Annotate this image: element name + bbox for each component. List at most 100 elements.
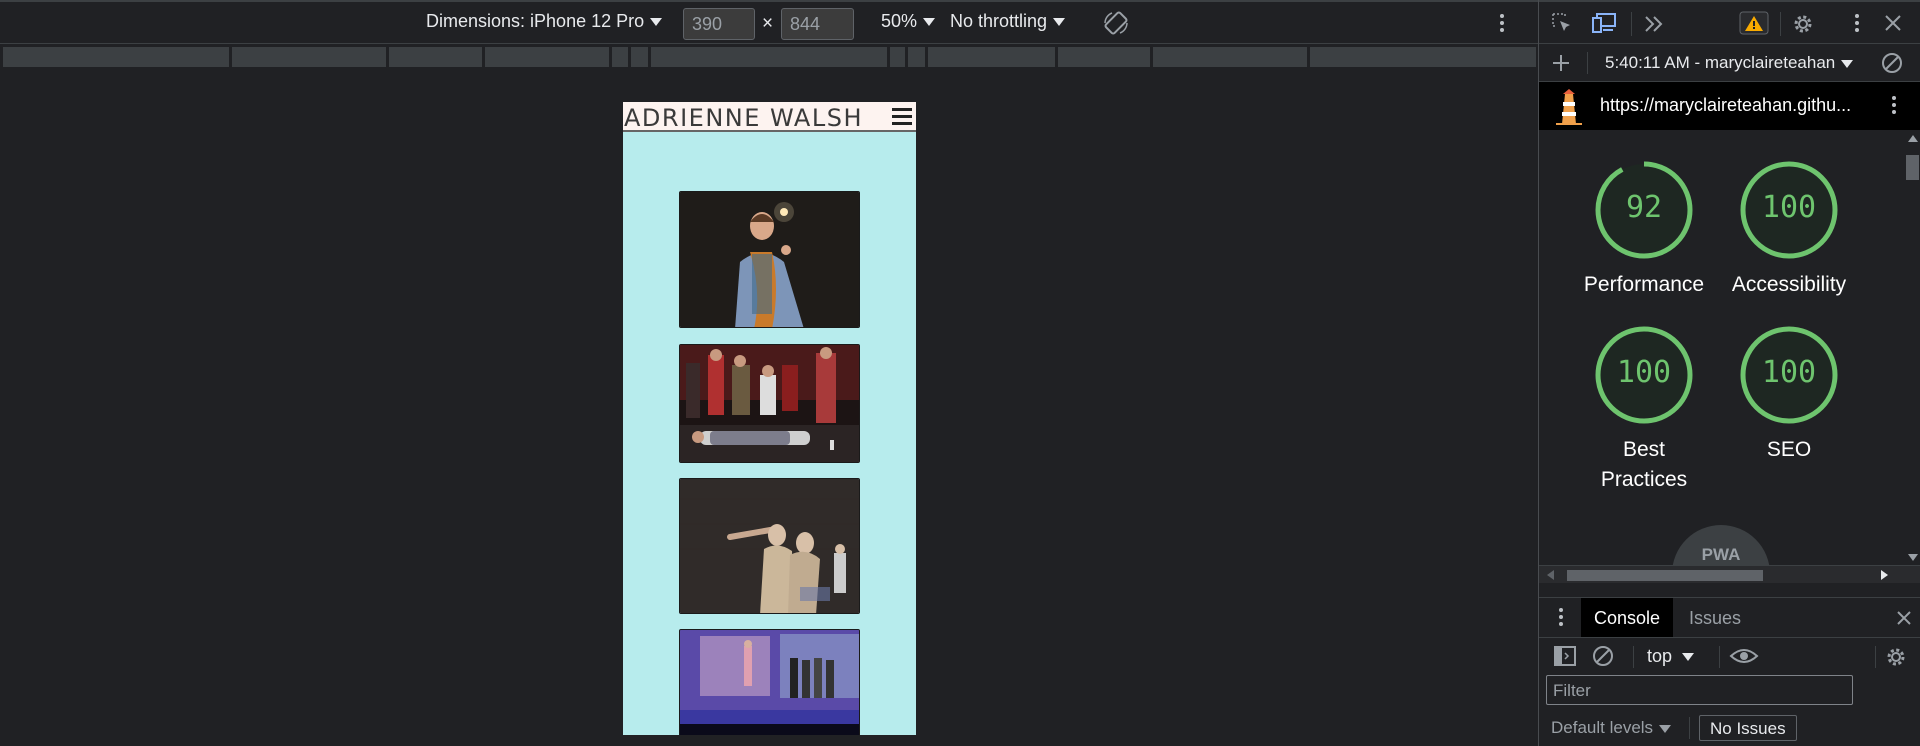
toolbar-divider bbox=[1631, 12, 1632, 36]
ruler-segment[interactable] bbox=[908, 47, 925, 67]
toolbar-divider bbox=[1689, 717, 1690, 739]
log-levels-label: Default levels bbox=[1551, 718, 1654, 737]
toolbar-divider bbox=[1719, 646, 1720, 668]
device-select[interactable]: Dimensions: iPhone 12 Pro bbox=[426, 11, 663, 32]
toolbar-divider bbox=[1780, 12, 1781, 36]
ruler-segment[interactable] bbox=[485, 47, 609, 67]
ruler-segment[interactable] bbox=[389, 47, 482, 67]
gauge-accessibility[interactable]: 100 Accessibility bbox=[1709, 160, 1869, 300]
tab-console[interactable]: Console bbox=[1581, 598, 1673, 637]
throttling-select[interactable]: No throttling bbox=[950, 11, 1066, 32]
site-brand[interactable]: ADRIENNE WALSH bbox=[624, 104, 863, 132]
inspect-element-icon[interactable] bbox=[1551, 12, 1573, 34]
pwa-badge[interactable]: PWA bbox=[1672, 525, 1770, 565]
stage-photo-dance bbox=[680, 479, 859, 613]
zoom-select[interactable]: 50% bbox=[881, 11, 936, 32]
lighthouse-url-bar: https://maryclaireteahan.githu... bbox=[1539, 82, 1920, 130]
gauge-performance[interactable]: 92 Performance bbox=[1564, 160, 1724, 300]
height-input[interactable]: 844 bbox=[781, 8, 854, 40]
console-settings-gear-icon[interactable] bbox=[1884, 645, 1908, 669]
ruler-segment[interactable] bbox=[651, 47, 887, 67]
scroll-right-icon[interactable] bbox=[1881, 570, 1888, 580]
label-line: Practices bbox=[1600, 468, 1688, 491]
label-seo: SEO bbox=[1766, 438, 1812, 461]
report-select[interactable]: 5:40:11 AM - maryclaireteahan bbox=[1605, 53, 1854, 73]
stage-photo-singer bbox=[680, 192, 859, 327]
close-icon[interactable] bbox=[1884, 14, 1902, 32]
toolbar-divider bbox=[1875, 646, 1876, 668]
clear-console-icon[interactable] bbox=[1592, 645, 1614, 667]
device-toggle-icon[interactable] bbox=[1591, 12, 1617, 34]
zoom-label: 50% bbox=[881, 11, 918, 31]
phone-viewport[interactable]: ADRIENNE WALSH bbox=[623, 102, 916, 735]
ruler-segment[interactable] bbox=[1058, 47, 1150, 67]
more-tabs-icon[interactable] bbox=[1643, 14, 1665, 34]
devtools-panel: 5:40:11 AM - maryclaireteahan https://ma… bbox=[1538, 0, 1920, 746]
add-icon[interactable] bbox=[1551, 53, 1571, 73]
hamburger-menu-icon[interactable] bbox=[892, 108, 912, 126]
stage-photo-ensemble bbox=[680, 345, 859, 462]
scroll-down-icon[interactable] bbox=[1908, 554, 1918, 561]
gauge-seo[interactable]: 100 SEO bbox=[1709, 325, 1869, 465]
settings-gear-icon[interactable] bbox=[1791, 12, 1815, 36]
label-performance: Performance bbox=[1583, 273, 1705, 296]
ruler-segment[interactable] bbox=[631, 47, 648, 67]
report-vertical-scrollbar[interactable] bbox=[1904, 130, 1920, 565]
console-drawer: Console Issues top Filter Default levels… bbox=[1539, 597, 1920, 746]
clear-icon[interactable] bbox=[1881, 52, 1903, 74]
gallery-photo[interactable] bbox=[679, 478, 860, 614]
ruler-segment[interactable] bbox=[232, 47, 386, 67]
ruler-segment[interactable] bbox=[612, 47, 628, 67]
gallery-photo[interactable] bbox=[679, 344, 860, 463]
scroll-up-icon[interactable] bbox=[1908, 135, 1918, 142]
close-drawer-icon[interactable] bbox=[1896, 610, 1912, 626]
chevron-down-icon bbox=[1841, 59, 1854, 68]
more-options-icon[interactable] bbox=[1855, 14, 1859, 35]
scroll-left-icon[interactable] bbox=[1547, 570, 1554, 580]
devtools-toolbar bbox=[1539, 0, 1920, 44]
scrollbar-thumb[interactable] bbox=[1906, 155, 1919, 180]
lighthouse-report: 92 Performance 100 Accessibility 100 Bes… bbox=[1539, 130, 1904, 565]
score-performance: 92 bbox=[1625, 190, 1663, 225]
toolbar-divider bbox=[1633, 646, 1634, 668]
log-levels-select[interactable]: Default levels bbox=[1551, 718, 1672, 738]
rotate-icon[interactable] bbox=[1102, 9, 1130, 37]
device-canvas: ADRIENNE WALSH bbox=[0, 70, 1538, 746]
lighthouse-icon bbox=[1556, 89, 1582, 125]
tab-issues[interactable]: Issues bbox=[1673, 598, 1757, 637]
console-filter-input[interactable]: Filter bbox=[1546, 675, 1853, 705]
gauge-best-practices[interactable]: 100 Best Practices bbox=[1564, 325, 1724, 495]
more-options-icon[interactable] bbox=[1500, 14, 1504, 35]
report-time-user: 5:40:11 AM - maryclaireteahan bbox=[1605, 53, 1836, 72]
report-url[interactable]: https://maryclaireteahan.githu... bbox=[1600, 95, 1851, 116]
score-seo: 100 bbox=[1761, 355, 1817, 390]
report-horizontal-scrollbar[interactable] bbox=[1539, 565, 1920, 583]
width-input[interactable]: 390 bbox=[683, 8, 755, 40]
ruler-segment[interactable] bbox=[1310, 47, 1536, 67]
chevron-down-icon bbox=[1682, 653, 1695, 662]
pwa-label: PWA bbox=[1701, 545, 1741, 564]
ruler-segment[interactable] bbox=[1153, 47, 1307, 67]
chevron-down-icon bbox=[1053, 18, 1066, 27]
ruler-segment[interactable] bbox=[928, 47, 1055, 67]
more-options-icon[interactable] bbox=[1892, 96, 1896, 117]
drawer-menu-icon[interactable] bbox=[1559, 608, 1563, 629]
media-query-ruler bbox=[0, 44, 1538, 70]
lighthouse-toolbar: 5:40:11 AM - maryclaireteahan bbox=[1539, 44, 1920, 82]
drawer-divider bbox=[1539, 637, 1920, 638]
ruler-segment[interactable] bbox=[890, 47, 905, 67]
context-select[interactable]: top bbox=[1647, 646, 1695, 667]
label-line: Best bbox=[1622, 438, 1666, 461]
live-expression-eye-icon[interactable] bbox=[1729, 646, 1759, 666]
issues-counter-button[interactable]: No Issues bbox=[1699, 715, 1797, 741]
scrollbar-thumb[interactable] bbox=[1567, 570, 1763, 581]
chevron-down-icon bbox=[923, 18, 936, 27]
gallery-photo[interactable] bbox=[679, 629, 860, 735]
stage-photo-set bbox=[680, 630, 859, 735]
gallery-photo[interactable] bbox=[679, 191, 860, 328]
chevron-down-icon bbox=[650, 18, 663, 27]
throttling-label: No throttling bbox=[950, 11, 1048, 31]
ruler-segment[interactable] bbox=[3, 47, 229, 67]
warning-icon[interactable] bbox=[1739, 11, 1769, 35]
sidebar-toggle-icon[interactable] bbox=[1553, 645, 1577, 667]
